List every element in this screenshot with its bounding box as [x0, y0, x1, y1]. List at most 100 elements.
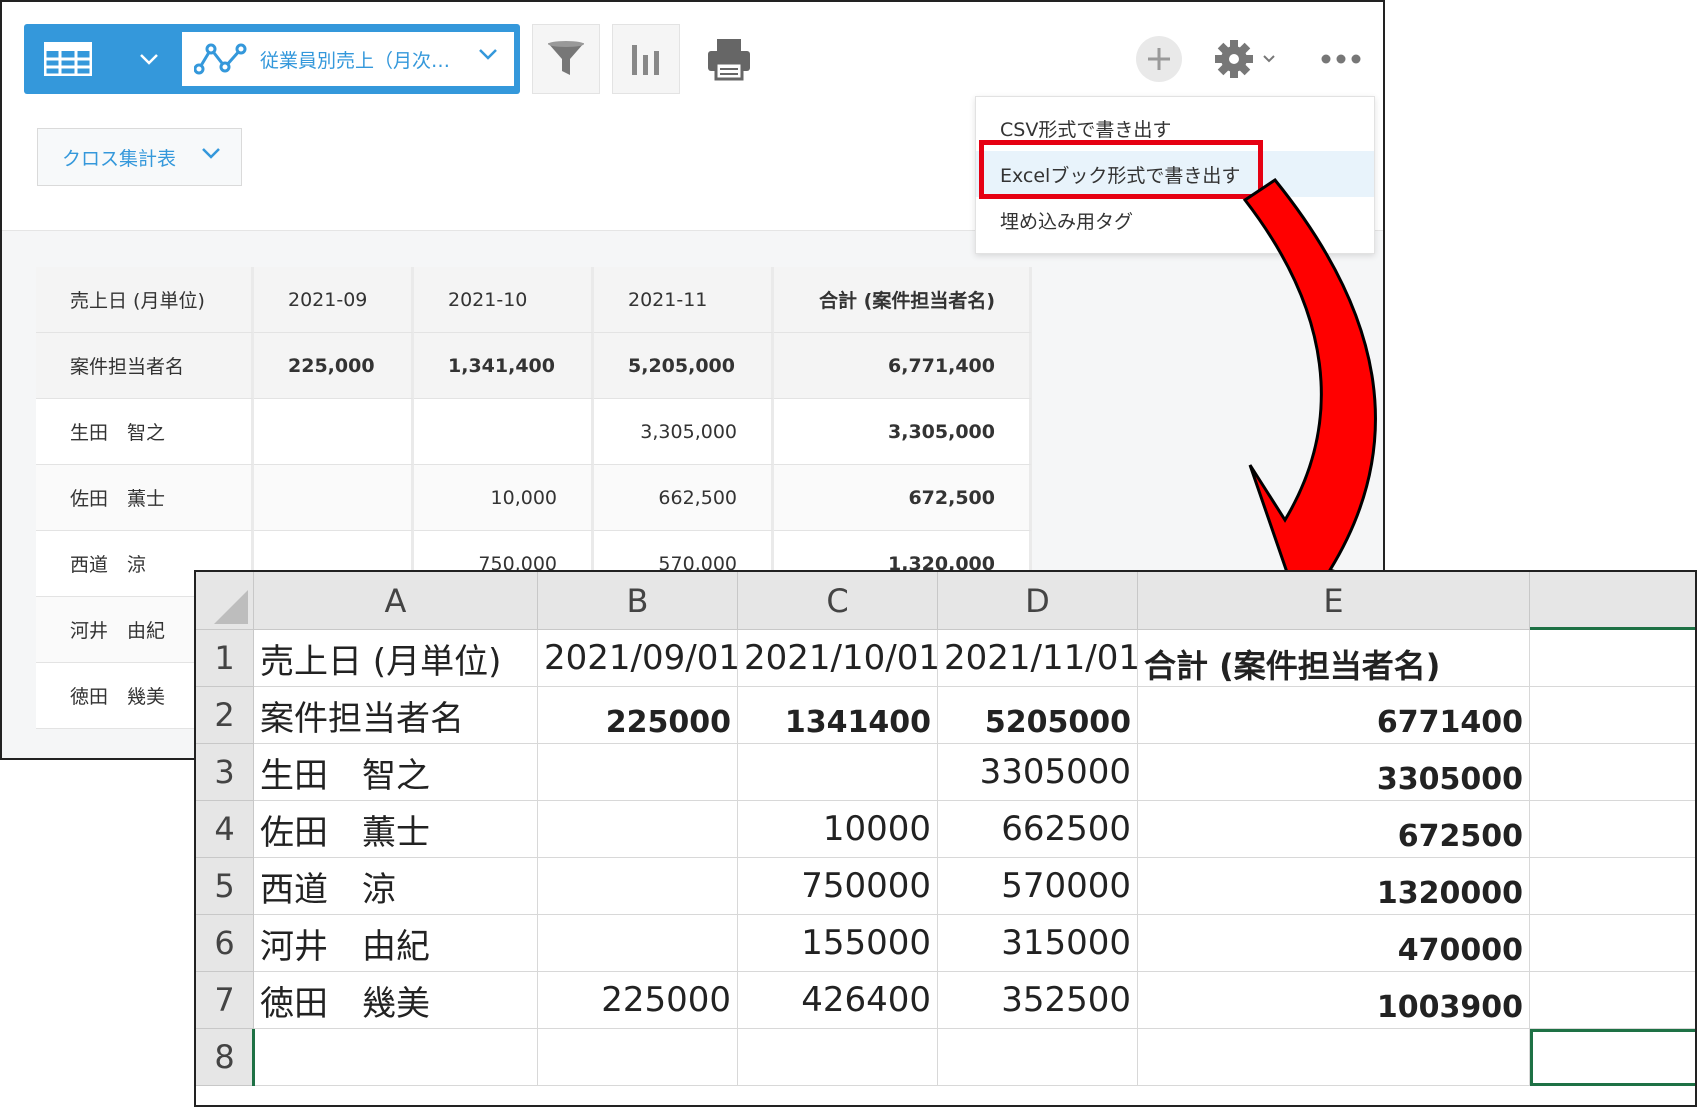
excel-cell[interactable]: 352500	[938, 972, 1138, 1029]
column-header-e[interactable]: E	[1138, 572, 1530, 630]
graph-select[interactable]: 従業員別売上（月次…	[182, 32, 514, 86]
add-record-button[interactable]	[1136, 36, 1182, 82]
excel-cell[interactable]	[538, 801, 738, 858]
excel-cell[interactable]: 155000	[738, 915, 938, 972]
report-type-label: クロス集計表	[62, 147, 177, 170]
excel-cell[interactable]: 1341400	[738, 687, 938, 744]
excel-cell[interactable]: 1320000	[1138, 858, 1530, 915]
table-row: 佐田 薫士 10,000 662,500 672,500	[36, 465, 1032, 531]
chevron-down-icon	[202, 148, 220, 159]
crosstab-cell: 672,500	[774, 465, 1032, 531]
excel-cell[interactable]: 西道 涼	[254, 858, 538, 915]
row-header[interactable]: 5	[196, 858, 254, 915]
row-header[interactable]: 2	[196, 687, 254, 744]
filter-icon	[548, 41, 584, 75]
excel-cell[interactable]: 672500	[1138, 801, 1530, 858]
excel-cell[interactable]: 315000	[938, 915, 1138, 972]
excel-cell[interactable]: 225000	[538, 687, 738, 744]
excel-cell[interactable]: 470000	[1138, 915, 1530, 972]
chevron-down-icon	[479, 49, 497, 60]
excel-sheet: A B C D E 1 売上日 (月単位) 2021/09/01 2021/10/01…	[194, 570, 1697, 1107]
excel-cell[interactable]: 2021/09/01	[538, 630, 738, 687]
crosstab-cell: 案件担当者名	[36, 333, 254, 399]
chart-button[interactable]	[612, 24, 680, 94]
excel-cell[interactable]: 2021/10/01	[738, 630, 938, 687]
excel-cell[interactable]	[538, 915, 738, 972]
excel-cell[interactable]	[1138, 1029, 1530, 1086]
excel-cell[interactable]	[1530, 972, 1695, 1029]
crosstab-header-cell: 売上日 (月単位)	[36, 267, 254, 333]
excel-cell[interactable]	[738, 1029, 938, 1086]
crosstab-cell: 3,305,000	[594, 399, 774, 465]
report-type-select[interactable]: クロス集計表	[37, 128, 242, 186]
crosstab-header-row: 売上日 (月単位) 2021-09 2021-10 2021-11 合計 (案件…	[36, 267, 1032, 333]
excel-cell[interactable]: 徳田 幾美	[254, 972, 538, 1029]
row-header[interactable]: 6	[196, 915, 254, 972]
row-header[interactable]: 1	[196, 630, 254, 687]
excel-cell[interactable]	[1530, 858, 1695, 915]
excel-cell[interactable]: 3305000	[1138, 744, 1530, 801]
crosstab-cell	[254, 399, 414, 465]
crosstab-header-cell: 2021-09	[254, 267, 414, 333]
excel-cell[interactable]	[538, 744, 738, 801]
row-header[interactable]: 8	[196, 1029, 254, 1086]
excel-cell[interactable]: 佐田 薫士	[254, 801, 538, 858]
select-all-corner[interactable]	[196, 572, 254, 630]
excel-cell[interactable]: 5205000	[938, 687, 1138, 744]
crosstab-cell: 6,771,400	[774, 333, 1032, 399]
more-options-button[interactable]	[1318, 42, 1364, 76]
column-header-c[interactable]: C	[738, 572, 938, 630]
crosstab-header-cell: 2021-10	[414, 267, 594, 333]
excel-cell[interactable]: 2021/11/01	[938, 630, 1138, 687]
excel-cell[interactable]	[1530, 630, 1695, 687]
crosstab-header-cell: 2021-11	[594, 267, 774, 333]
column-header-b[interactable]: B	[538, 572, 738, 630]
row-header[interactable]: 3	[196, 744, 254, 801]
settings-button[interactable]	[1214, 36, 1284, 82]
gear-icon	[1215, 40, 1253, 78]
excel-cell[interactable]: 426400	[738, 972, 938, 1029]
crosstab-cell: 10,000	[414, 465, 594, 531]
excel-cell[interactable]	[254, 1029, 538, 1086]
excel-cell[interactable]: 3305000	[938, 744, 1138, 801]
print-button[interactable]	[696, 26, 762, 92]
printer-icon	[708, 39, 750, 81]
excel-cell[interactable]	[538, 1029, 738, 1086]
excel-cell[interactable]: 662500	[938, 801, 1138, 858]
excel-cell[interactable]	[1530, 915, 1695, 972]
excel-cell[interactable]: 1003900	[1138, 972, 1530, 1029]
crosstab-cell	[414, 399, 594, 465]
bar-chart-icon	[632, 45, 659, 75]
crosstab-cell: 3,305,000	[774, 399, 1032, 465]
filter-button[interactable]	[532, 24, 600, 94]
crosstab-cell: 662,500	[594, 465, 774, 531]
excel-cell[interactable]: 225000	[538, 972, 738, 1029]
excel-cell[interactable]: 売上日 (月単位)	[254, 630, 538, 687]
table-view-button[interactable]	[24, 24, 112, 94]
excel-cell[interactable]	[1530, 687, 1695, 744]
excel-cell[interactable]: 案件担当者名	[254, 687, 538, 744]
excel-cell[interactable]: 合計 (案件担当者名)	[1138, 630, 1530, 687]
excel-cell[interactable]: 570000	[938, 858, 1138, 915]
excel-cell[interactable]	[1530, 744, 1695, 801]
row-header[interactable]: 7	[196, 972, 254, 1029]
column-header-d[interactable]: D	[938, 572, 1138, 630]
excel-cell[interactable]: 生田 智之	[254, 744, 538, 801]
more-horizontal-icon	[1321, 54, 1361, 64]
row-header[interactable]: 4	[196, 801, 254, 858]
excel-cell[interactable]	[538, 858, 738, 915]
column-header-f[interactable]	[1530, 572, 1695, 630]
graph-name: 従業員別売上（月次…	[260, 49, 451, 72]
excel-cell[interactable]	[1530, 801, 1695, 858]
table-row: 生田 智之 3,305,000 3,305,000	[36, 399, 1032, 465]
excel-cell[interactable]: 10000	[738, 801, 938, 858]
excel-cell[interactable]: 河井 由紀	[254, 915, 538, 972]
view-dropdown-button[interactable]	[120, 24, 178, 94]
view-selector: 従業員別売上（月次…	[24, 24, 520, 94]
selected-cell[interactable]	[1530, 1029, 1695, 1086]
column-header-a[interactable]: A	[254, 572, 538, 630]
excel-cell[interactable]: 750000	[738, 858, 938, 915]
excel-cell[interactable]	[938, 1029, 1138, 1086]
excel-cell[interactable]: 6771400	[1138, 687, 1530, 744]
excel-cell[interactable]	[738, 744, 938, 801]
